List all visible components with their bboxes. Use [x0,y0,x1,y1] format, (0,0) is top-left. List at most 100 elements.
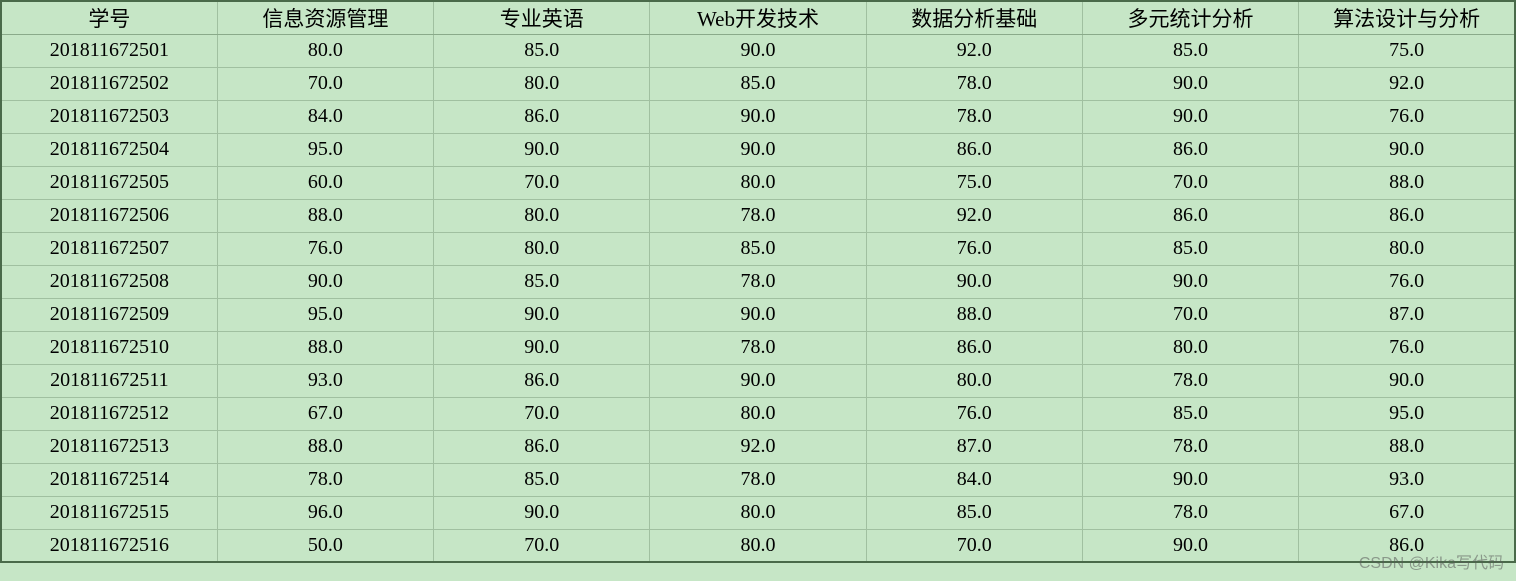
cell-student-id: 201811672515 [1,496,217,529]
col-header-professional-english: 专业英语 [434,1,650,34]
table-row: 20181167250495.090.090.086.086.090.0 [1,133,1515,166]
cell-score: 93.0 [1299,463,1515,496]
cell-score: 90.0 [1299,133,1515,166]
cell-score: 70.0 [434,397,650,430]
cell-score: 76.0 [1299,331,1515,364]
cell-score: 86.0 [434,100,650,133]
table-row: 20181167250776.080.085.076.085.080.0 [1,232,1515,265]
cell-score: 80.0 [434,232,650,265]
cell-score: 90.0 [1299,364,1515,397]
cell-student-id: 201811672509 [1,298,217,331]
table-row: 20181167251478.085.078.084.090.093.0 [1,463,1515,496]
cell-score: 67.0 [1299,496,1515,529]
cell-score: 78.0 [1082,364,1298,397]
cell-score: 70.0 [1082,298,1298,331]
cell-score: 90.0 [650,364,866,397]
cell-score: 87.0 [1299,298,1515,331]
cell-student-id: 201811672503 [1,100,217,133]
table-row: 20181167250384.086.090.078.090.076.0 [1,100,1515,133]
col-header-web-dev: Web开发技术 [650,1,866,34]
cell-score: 70.0 [434,529,650,562]
cell-score: 85.0 [1082,232,1298,265]
header-row: 学号 信息资源管理 专业英语 Web开发技术 数据分析基础 多元统计分析 算法设… [1,1,1515,34]
cell-student-id: 201811672512 [1,397,217,430]
table-row: 20181167251650.070.080.070.090.086.0 [1,529,1515,562]
cell-score: 95.0 [217,133,433,166]
cell-score: 86.0 [1299,529,1515,562]
cell-score: 84.0 [217,100,433,133]
cell-score: 70.0 [434,166,650,199]
col-header-algorithm-design: 算法设计与分析 [1299,1,1515,34]
cell-score: 85.0 [434,463,650,496]
cell-score: 88.0 [1299,166,1515,199]
cell-score: 70.0 [217,67,433,100]
cell-score: 85.0 [434,265,650,298]
cell-score: 95.0 [1299,397,1515,430]
cell-student-id: 201811672504 [1,133,217,166]
cell-score: 88.0 [217,199,433,232]
cell-score: 78.0 [866,100,1082,133]
cell-score: 90.0 [650,34,866,67]
cell-score: 80.0 [650,397,866,430]
cell-score: 90.0 [650,133,866,166]
cell-score: 86.0 [1082,199,1298,232]
cell-score: 90.0 [217,265,433,298]
cell-score: 78.0 [650,265,866,298]
cell-score: 88.0 [217,331,433,364]
cell-student-id: 201811672506 [1,199,217,232]
cell-score: 76.0 [866,232,1082,265]
cell-score: 76.0 [866,397,1082,430]
cell-score: 90.0 [650,100,866,133]
cell-score: 78.0 [650,331,866,364]
table-row: 20181167251193.086.090.080.078.090.0 [1,364,1515,397]
cell-score: 85.0 [1082,397,1298,430]
cell-student-id: 201811672501 [1,34,217,67]
cell-score: 78.0 [1082,430,1298,463]
table-row: 20181167251267.070.080.076.085.095.0 [1,397,1515,430]
cell-score: 90.0 [1082,67,1298,100]
table-row: 20181167250995.090.090.088.070.087.0 [1,298,1515,331]
cell-score: 90.0 [866,265,1082,298]
col-header-multivariate-stats: 多元统计分析 [1082,1,1298,34]
cell-score: 80.0 [1082,331,1298,364]
table-row: 20181167250270.080.085.078.090.092.0 [1,67,1515,100]
cell-student-id: 201811672510 [1,331,217,364]
cell-score: 85.0 [434,34,650,67]
cell-score: 86.0 [1299,199,1515,232]
cell-score: 86.0 [1082,133,1298,166]
cell-score: 95.0 [217,298,433,331]
cell-score: 86.0 [866,133,1082,166]
cell-score: 85.0 [650,232,866,265]
cell-score: 92.0 [1299,67,1515,100]
cell-score: 78.0 [650,463,866,496]
cell-score: 92.0 [650,430,866,463]
cell-score: 90.0 [434,496,650,529]
cell-score: 80.0 [866,364,1082,397]
cell-student-id: 201811672508 [1,265,217,298]
cell-score: 86.0 [866,331,1082,364]
cell-score: 70.0 [1082,166,1298,199]
cell-score: 80.0 [434,199,650,232]
table-row: 20181167251388.086.092.087.078.088.0 [1,430,1515,463]
cell-student-id: 201811672505 [1,166,217,199]
cell-score: 76.0 [1299,100,1515,133]
cell-score: 90.0 [650,298,866,331]
table-row: 20181167250890.085.078.090.090.076.0 [1,265,1515,298]
cell-score: 85.0 [1082,34,1298,67]
cell-score: 85.0 [650,67,866,100]
cell-score: 76.0 [217,232,433,265]
cell-score: 78.0 [1082,496,1298,529]
cell-score: 78.0 [650,199,866,232]
cell-score: 80.0 [650,496,866,529]
cell-score: 92.0 [866,199,1082,232]
cell-score: 92.0 [866,34,1082,67]
table-row: 20181167251088.090.078.086.080.076.0 [1,331,1515,364]
cell-score: 88.0 [1299,430,1515,463]
cell-score: 67.0 [217,397,433,430]
cell-score: 90.0 [434,133,650,166]
cell-score: 80.0 [650,166,866,199]
cell-score: 93.0 [217,364,433,397]
cell-student-id: 201811672507 [1,232,217,265]
grades-table: 学号 信息资源管理 专业英语 Web开发技术 数据分析基础 多元统计分析 算法设… [0,0,1516,563]
cell-score: 90.0 [434,331,650,364]
